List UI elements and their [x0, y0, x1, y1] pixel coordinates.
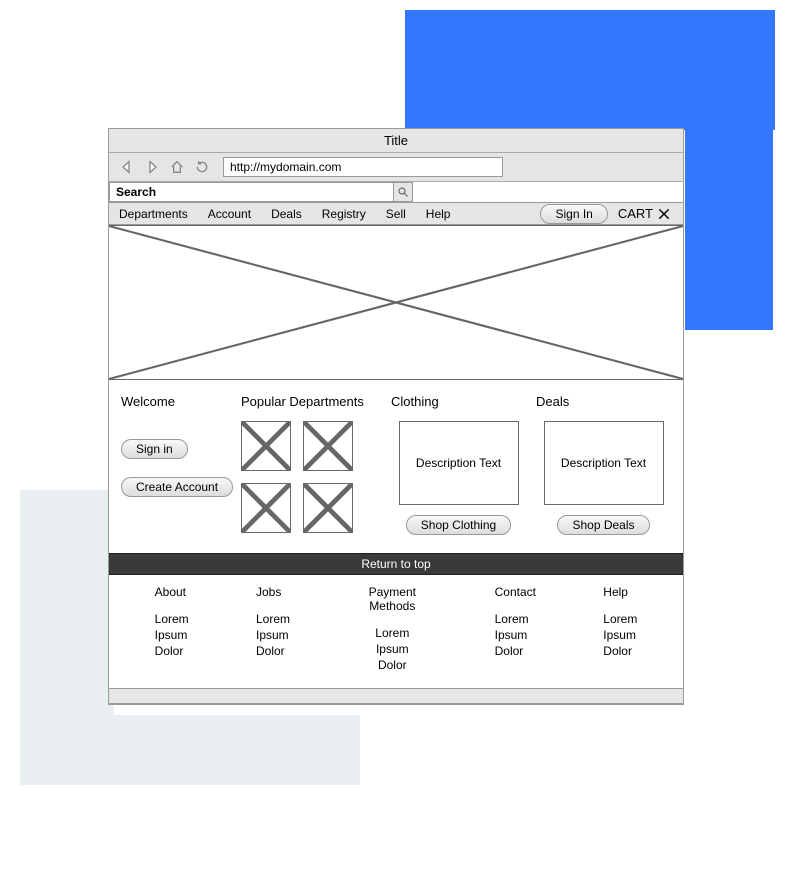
footer-link[interactable]: Ipsum: [603, 627, 637, 643]
footer-link[interactable]: Ipsum: [495, 627, 536, 643]
footer-link[interactable]: Dolor: [155, 643, 189, 659]
cart-link[interactable]: CART: [608, 206, 683, 221]
search-input[interactable]: [109, 182, 393, 202]
clothing-desc: Description Text: [414, 456, 503, 470]
decor-blue-right: [685, 10, 773, 330]
footer-head: Jobs: [256, 585, 290, 599]
footer-col-payment: Payment Methods Lorem Ipsum Dolor: [357, 585, 427, 674]
reload-icon[interactable]: [192, 157, 212, 177]
hero-placeholder: [109, 225, 683, 380]
footer-head: Payment Methods: [357, 585, 427, 613]
dept-thumb-4[interactable]: [303, 483, 353, 533]
cart-label: CART: [618, 206, 653, 221]
clothing-image: Description Text: [399, 421, 519, 505]
footer-link[interactable]: Dolor: [256, 643, 290, 659]
shop-deals-button[interactable]: Shop Deals: [557, 515, 649, 535]
footer-bar: [109, 688, 683, 704]
footer-col-contact: Contact Lorem Ipsum Dolor: [495, 585, 536, 674]
return-to-top[interactable]: Return to top: [109, 553, 683, 575]
deals-desc: Description Text: [559, 456, 648, 470]
footer-link[interactable]: Dolor: [357, 657, 427, 673]
deals-image: Description Text: [544, 421, 664, 505]
popular-col: Popular Departments: [241, 394, 381, 535]
welcome-col: Welcome Sign in Create Account: [121, 394, 231, 535]
create-account-button[interactable]: Create Account: [121, 477, 233, 497]
menu-help[interactable]: Help: [416, 204, 461, 224]
footer-link[interactable]: Lorem: [495, 611, 536, 627]
footer-link[interactable]: Ipsum: [357, 641, 427, 657]
close-icon: [657, 207, 671, 221]
signin-button[interactable]: Sign In: [540, 204, 607, 224]
footer-head: Help: [603, 585, 637, 599]
deals-heading: Deals: [536, 394, 569, 409]
search-button[interactable]: [393, 182, 413, 202]
window-title: Title: [109, 129, 683, 153]
clothing-col: Clothing Description Text Shop Clothing: [391, 394, 526, 535]
footer-col-jobs: Jobs Lorem Ipsum Dolor: [256, 585, 290, 674]
menu-deals[interactable]: Deals: [261, 204, 312, 224]
menu-account[interactable]: Account: [198, 204, 261, 224]
dept-thumb-3[interactable]: [241, 483, 291, 533]
footer-head: Contact: [495, 585, 536, 599]
footer-head: About: [155, 585, 189, 599]
welcome-heading: Welcome: [121, 394, 231, 409]
browser-toolbar: [109, 153, 683, 182]
deals-col: Deals Description Text Shop Deals: [536, 394, 671, 535]
footer-col-about: About Lorem Ipsum Dolor: [155, 585, 189, 674]
url-input[interactable]: [223, 157, 503, 177]
clothing-heading: Clothing: [391, 394, 439, 409]
footer-link[interactable]: Lorem: [155, 611, 189, 627]
browser-window: Title Departments Account Deals: [108, 128, 684, 705]
menu-items: Departments Account Deals Registry Sell …: [109, 204, 460, 224]
dept-thumb-1[interactable]: [241, 421, 291, 471]
forward-icon[interactable]: [142, 157, 162, 177]
footer-link[interactable]: Dolor: [495, 643, 536, 659]
decor-light-bottom: [20, 715, 360, 785]
dept-thumb-2[interactable]: [303, 421, 353, 471]
footer-col-help: Help Lorem Ipsum Dolor: [603, 585, 637, 674]
page-content: Departments Account Deals Registry Sell …: [109, 182, 683, 704]
footer-columns: About Lorem Ipsum Dolor Jobs Lorem Ipsum…: [109, 575, 683, 688]
footer-link[interactable]: Dolor: [603, 643, 637, 659]
search-row: [109, 182, 683, 203]
menu-bar: Departments Account Deals Registry Sell …: [109, 203, 683, 225]
popular-heading: Popular Departments: [241, 394, 381, 409]
shop-clothing-button[interactable]: Shop Clothing: [406, 515, 511, 535]
footer-link[interactable]: Ipsum: [256, 627, 290, 643]
menu-registry[interactable]: Registry: [312, 204, 376, 224]
sections-row: Welcome Sign in Create Account Popular D…: [109, 380, 683, 553]
back-icon[interactable]: [117, 157, 137, 177]
menu-sell[interactable]: Sell: [376, 204, 416, 224]
footer-link[interactable]: Lorem: [357, 625, 427, 641]
menu-departments[interactable]: Departments: [109, 204, 198, 224]
signin-pill[interactable]: Sign in: [121, 439, 188, 459]
home-icon[interactable]: [167, 157, 187, 177]
footer-link[interactable]: Lorem: [256, 611, 290, 627]
footer-link[interactable]: Lorem: [603, 611, 637, 627]
footer-link[interactable]: Ipsum: [155, 627, 189, 643]
